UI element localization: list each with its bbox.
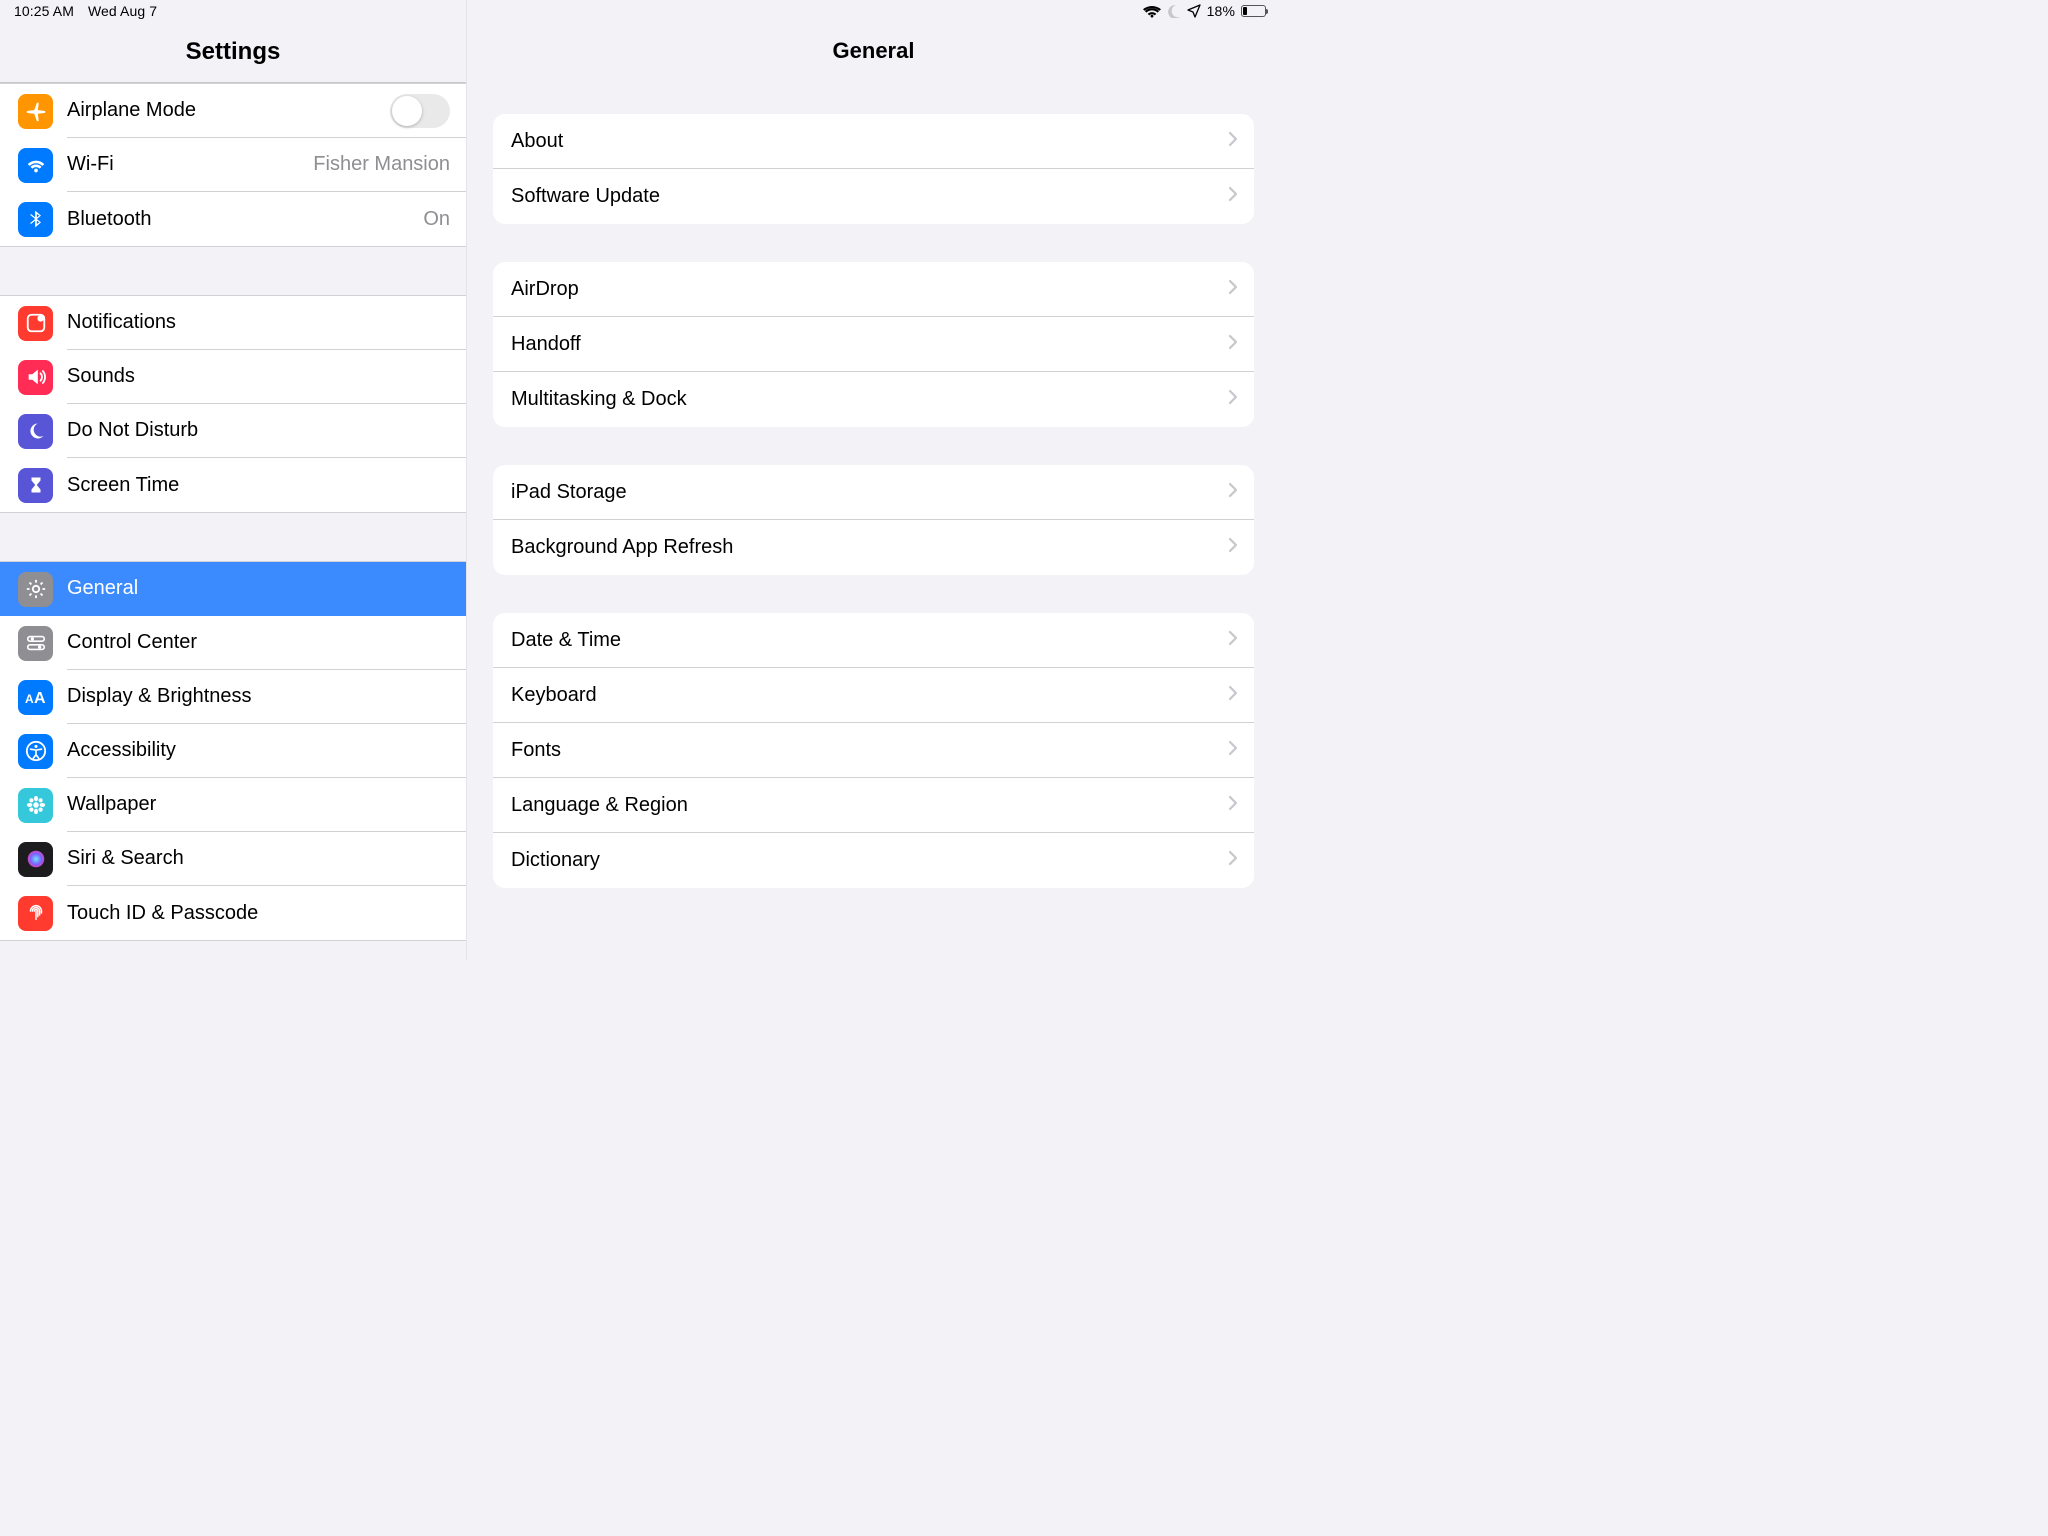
detail-item-label: Keyboard: [511, 684, 1228, 707]
sidebar-item-siri[interactable]: Siri & Search: [0, 832, 466, 886]
sidebar-item-label: Sounds: [67, 365, 450, 388]
sidebar-item-label: Wi-Fi: [67, 153, 313, 176]
status-bar: 10:25 AM Wed Aug 7 18%: [0, 0, 1280, 20]
sidebar-item-label: Notifications: [67, 311, 450, 334]
fingerprint-icon: [18, 896, 53, 931]
chevron-right-icon: [1228, 795, 1238, 816]
sidebar-item-label: Touch ID & Passcode: [67, 902, 450, 925]
detail-item-label: Multitasking & Dock: [511, 388, 1228, 411]
chevron-right-icon: [1228, 186, 1238, 207]
sidebar-item-bluetooth[interactable]: BluetoothOn: [0, 192, 466, 246]
flower-icon: [18, 788, 53, 823]
sidebar-item-touchid[interactable]: Touch ID & Passcode: [0, 886, 466, 940]
chevron-right-icon: [1228, 537, 1238, 558]
sidebar-item-dnd[interactable]: Do Not Disturb: [0, 404, 466, 458]
chevron-right-icon: [1228, 630, 1238, 651]
sidebar-item-wallpaper[interactable]: Wallpaper: [0, 778, 466, 832]
sidebar-item-accessibility[interactable]: Accessibility: [0, 724, 466, 778]
detail-pane: General AboutSoftware UpdateAirDropHando…: [467, 0, 1280, 960]
accessibility-icon: [18, 734, 53, 769]
detail-item-label: Fonts: [511, 739, 1228, 762]
detail-item-label: Language & Region: [511, 794, 1228, 817]
svg-text:A: A: [34, 690, 46, 707]
detail-scroll[interactable]: About Software Update AirDrop Handoff Multit…: [467, 80, 1280, 960]
aa-icon: AA: [18, 680, 53, 715]
detail-item-multitasking[interactable]: Multitasking & Dock: [493, 372, 1254, 427]
sidebar-item-label: Wallpaper: [67, 793, 450, 816]
moon-icon: [18, 414, 53, 449]
chevron-right-icon: [1228, 740, 1238, 761]
detail-item-label: iPad Storage: [511, 481, 1228, 504]
hourglass-icon: [18, 468, 53, 503]
airplane-toggle[interactable]: [390, 94, 450, 128]
detail-item-airdrop[interactable]: AirDrop: [493, 262, 1254, 317]
chevron-right-icon: [1228, 389, 1238, 410]
detail-item-keyboard[interactable]: Keyboard: [493, 668, 1254, 723]
detail-item-label: AirDrop: [511, 278, 1228, 301]
sidebar-item-value: Fisher Mansion: [313, 153, 450, 176]
detail-item-label: Background App Refresh: [511, 536, 1228, 559]
sounds-icon: [18, 360, 53, 395]
chevron-right-icon: [1228, 334, 1238, 355]
detail-item-langregion[interactable]: Language & Region: [493, 778, 1254, 833]
sidebar-item-controlcenter[interactable]: Control Center: [0, 616, 466, 670]
sidebar-item-label: Screen Time: [67, 474, 450, 497]
sidebar-item-notifications[interactable]: Notifications: [0, 296, 466, 350]
sidebar-item-label: Bluetooth: [67, 208, 423, 231]
notifications-icon: [18, 306, 53, 341]
siri-icon: [18, 842, 53, 877]
chevron-right-icon: [1228, 131, 1238, 152]
sidebar-item-value: On: [423, 208, 450, 231]
sidebar-item-screentime[interactable]: Screen Time: [0, 458, 466, 512]
location-icon: [1187, 4, 1201, 18]
chevron-right-icon: [1228, 482, 1238, 503]
airplane-icon: [18, 94, 53, 129]
detail-item-label: About: [511, 130, 1228, 153]
bluetooth-icon: [18, 202, 53, 237]
wifi-icon: [1143, 5, 1161, 18]
detail-item-handoff[interactable]: Handoff: [493, 317, 1254, 372]
sidebar-item-label: Do Not Disturb: [67, 419, 450, 442]
sidebar-item-sounds[interactable]: Sounds: [0, 350, 466, 404]
detail-item-storage[interactable]: iPad Storage: [493, 465, 1254, 520]
detail-item-bgrefresh[interactable]: Background App Refresh: [493, 520, 1254, 575]
sidebar-scroll[interactable]: Airplane ModeWi-FiFisher MansionBluetoot…: [0, 83, 466, 960]
chevron-right-icon: [1228, 850, 1238, 871]
sidebar-item-label: Accessibility: [67, 739, 450, 762]
detail-item-label: Handoff: [511, 333, 1228, 356]
chevron-right-icon: [1228, 279, 1238, 300]
sidebar-item-label: Airplane Mode: [67, 99, 390, 122]
detail-item-fonts[interactable]: Fonts: [493, 723, 1254, 778]
sidebar-item-label: Siri & Search: [67, 847, 450, 870]
detail-item-label: Date & Time: [511, 629, 1228, 652]
dnd-moon-icon: [1167, 4, 1181, 18]
detail-item-software-update[interactable]: Software Update: [493, 169, 1254, 224]
detail-item-datetime[interactable]: Date & Time: [493, 613, 1254, 668]
detail-item-label: Dictionary: [511, 849, 1228, 872]
wifi-icon: [18, 148, 53, 183]
sidebar-item-label: Display & Brightness: [67, 685, 450, 708]
sidebar-item-label: General: [67, 577, 450, 600]
detail-item-dictionary[interactable]: Dictionary: [493, 833, 1254, 888]
battery-icon: [1241, 5, 1266, 17]
svg-text:A: A: [25, 692, 34, 706]
switches-icon: [18, 626, 53, 661]
detail-item-about[interactable]: About: [493, 114, 1254, 169]
detail-item-label: Software Update: [511, 185, 1228, 208]
chevron-right-icon: [1228, 685, 1238, 706]
status-time: 10:25 AM: [14, 3, 74, 19]
gear-icon: [18, 572, 53, 607]
sidebar-item-airplane[interactable]: Airplane Mode: [0, 84, 466, 138]
sidebar-item-label: Control Center: [67, 631, 450, 654]
settings-sidebar: Settings Airplane ModeWi-FiFisher Mansio…: [0, 0, 467, 960]
status-date: Wed Aug 7: [88, 3, 157, 19]
sidebar-item-general[interactable]: General: [0, 562, 466, 616]
battery-percent: 18%: [1207, 3, 1235, 19]
sidebar-item-wifi[interactable]: Wi-FiFisher Mansion: [0, 138, 466, 192]
sidebar-item-display[interactable]: AA Display & Brightness: [0, 670, 466, 724]
